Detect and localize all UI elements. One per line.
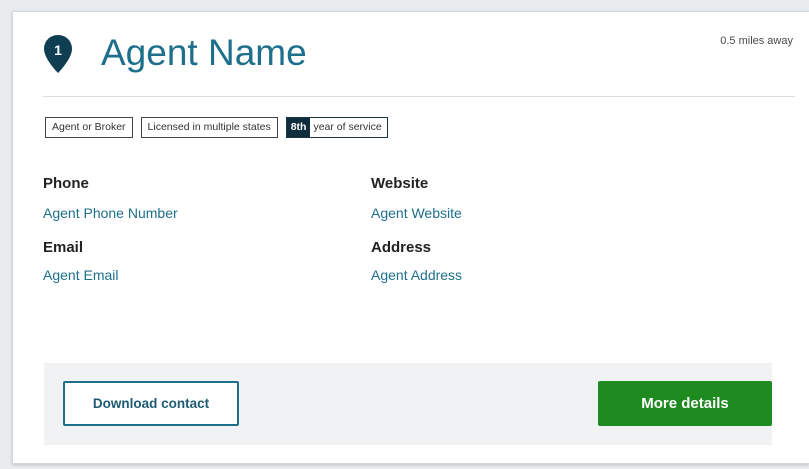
agent-name: Agent Name [101,32,307,73]
tag-years-of-service: 8th year of service [285,117,388,138]
website-label: Website [371,175,429,192]
email-label: Email [43,239,84,256]
address-label: Address [371,239,432,256]
tag-list: Agent or Broker Licensed in multiple sta… [45,117,388,138]
distance-label: 0.5 miles away [720,35,793,47]
more-details-button[interactable]: More details [598,381,772,426]
phone-link[interactable]: Agent Phone Number [43,205,178,221]
download-contact-button[interactable]: Download contact [63,381,239,426]
card-footer: Download contact More details [44,363,772,445]
website-link[interactable]: Agent Website [371,205,462,221]
agent-card: 1 Agent Name 0.5 miles away Agent or Bro… [12,11,809,464]
address-link[interactable]: Agent Address [371,267,462,283]
tag-agent-type: Agent or Broker [45,117,133,138]
map-pin-icon: 1 [43,34,73,74]
tag-license: Licensed in multiple states [140,117,278,138]
email-link[interactable]: Agent Email [43,267,118,283]
service-label: year of service [313,121,382,133]
agent-index: 1 [54,42,62,58]
phone-label: Phone [43,175,89,192]
header-divider [43,96,795,97]
service-rank-badge: 8th [286,118,311,137]
